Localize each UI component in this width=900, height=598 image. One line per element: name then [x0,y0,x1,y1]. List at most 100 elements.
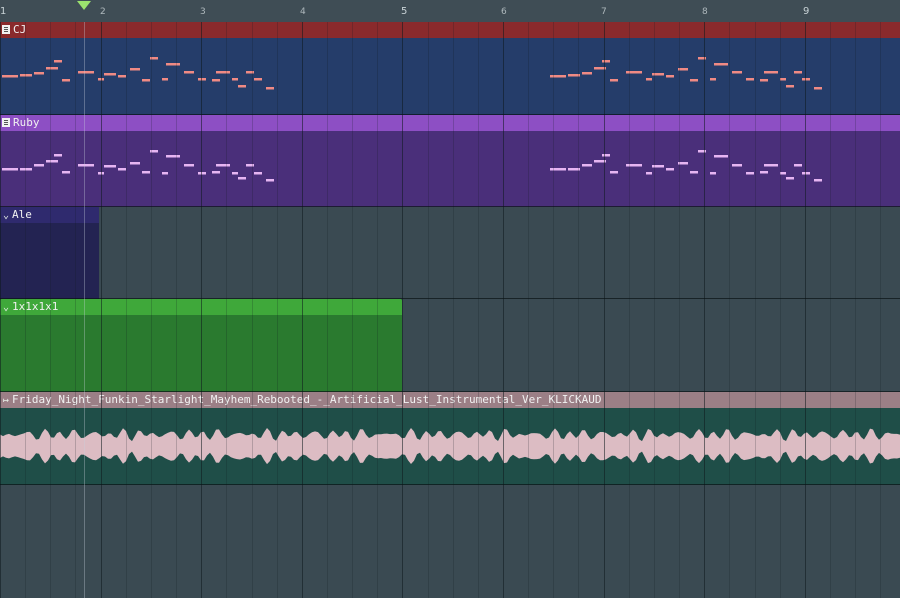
audio-clip[interactable]: ↦ Friday_Night_Funkin_Starlight_Mayhem_Re… [0,392,900,485]
note [646,172,652,175]
note [2,168,18,171]
note [814,87,822,90]
bar-number: 8 [702,7,708,17]
clip-name: Friday_Night_Funkin_Starlight_Mayhem_Reb… [12,393,602,406]
note [54,154,62,157]
track-row[interactable]: Ruby [0,115,900,207]
note [216,71,230,74]
note [20,168,32,171]
piano-roll-preview [2,150,822,182]
bar-number: 7 [601,7,607,17]
bar-number: 9 [803,6,810,17]
note [780,172,786,175]
clip-header[interactable]: ⌄ 1x1x1x1 [0,299,402,315]
clip-name: Ruby [13,116,40,129]
note [646,78,652,81]
chevron-down-icon[interactable]: ⌄ [3,208,9,224]
track-row[interactable]: ⌄ Ale [0,207,900,299]
note [198,78,206,81]
track-row[interactable]: ⌄ 1x1x1x1 [0,299,900,392]
bar-number: 4 [300,7,306,17]
track-row-empty[interactable] [0,485,900,598]
note [652,165,664,168]
clip-header[interactable]: Ruby [0,115,900,131]
note [130,162,140,165]
pattern-clip-ruby[interactable]: Ruby [0,115,900,207]
note [162,172,168,175]
note [550,75,566,78]
note [802,78,810,81]
note [710,78,716,81]
bar-number: 3 [200,7,206,17]
bar-number: 6 [501,7,507,17]
clip-body [0,315,402,392]
note [794,71,802,74]
note [2,75,18,78]
note [802,172,810,175]
note [652,73,664,76]
pattern-clip-cj[interactable]: CJ [0,22,900,115]
note [54,60,62,63]
playlist-grid[interactable]: CJ Ruby ⌄ Ale ⌄ 1x1x1x1 ↦ Friday_Night_F… [0,22,900,598]
bar-number: 5 [401,6,408,17]
bar-number: 2 [100,7,106,17]
pattern-icon [2,118,10,127]
note [104,73,116,76]
note [118,75,126,78]
note [232,78,238,81]
note [266,87,274,90]
note [582,164,592,167]
note [746,78,754,81]
chevron-down-icon[interactable]: ⌄ [3,300,9,316]
note [98,172,104,175]
playhead-marker-icon[interactable] [77,1,91,10]
note [746,172,754,175]
note [166,63,180,66]
note [786,85,794,88]
track-row[interactable]: ↦ Friday_Night_Funkin_Starlight_Mayhem_Re… [0,392,900,485]
pattern-clip-1x1x1x1[interactable]: ⌄ 1x1x1x1 [0,299,402,392]
note [698,57,706,60]
note [780,78,786,81]
note [142,79,150,82]
note [678,162,688,165]
note [764,71,778,74]
note [610,171,618,174]
note [714,63,728,66]
note [626,164,642,167]
note [142,171,150,174]
clip-name: 1x1x1x1 [12,300,59,313]
note [78,164,94,167]
track-row[interactable]: CJ [0,22,900,115]
note [104,165,116,168]
note [550,168,566,171]
note [184,164,194,167]
note [216,164,230,167]
note [666,75,674,78]
clip-header[interactable]: CJ [0,22,900,38]
note [690,171,698,174]
note [246,164,254,167]
note [238,177,246,180]
bar-number: 1 [0,6,7,17]
note [20,74,32,77]
note [568,168,580,171]
note [594,67,606,70]
note [34,164,44,167]
note [732,164,742,167]
note [198,172,206,175]
note [46,160,58,163]
note [62,171,70,174]
note [610,79,618,82]
note [246,71,254,74]
note [568,74,580,77]
waveform-shape [0,428,900,465]
note [46,67,58,70]
note [130,68,140,71]
clip-header[interactable]: ↦ Friday_Night_Funkin_Starlight_Mayhem_Re… [0,392,900,408]
note [34,72,44,75]
note [582,72,592,75]
note [254,78,262,81]
note [150,57,158,60]
timeline-ruler[interactable]: 1 2 3 4 5 6 7 8 9 [0,0,900,23]
